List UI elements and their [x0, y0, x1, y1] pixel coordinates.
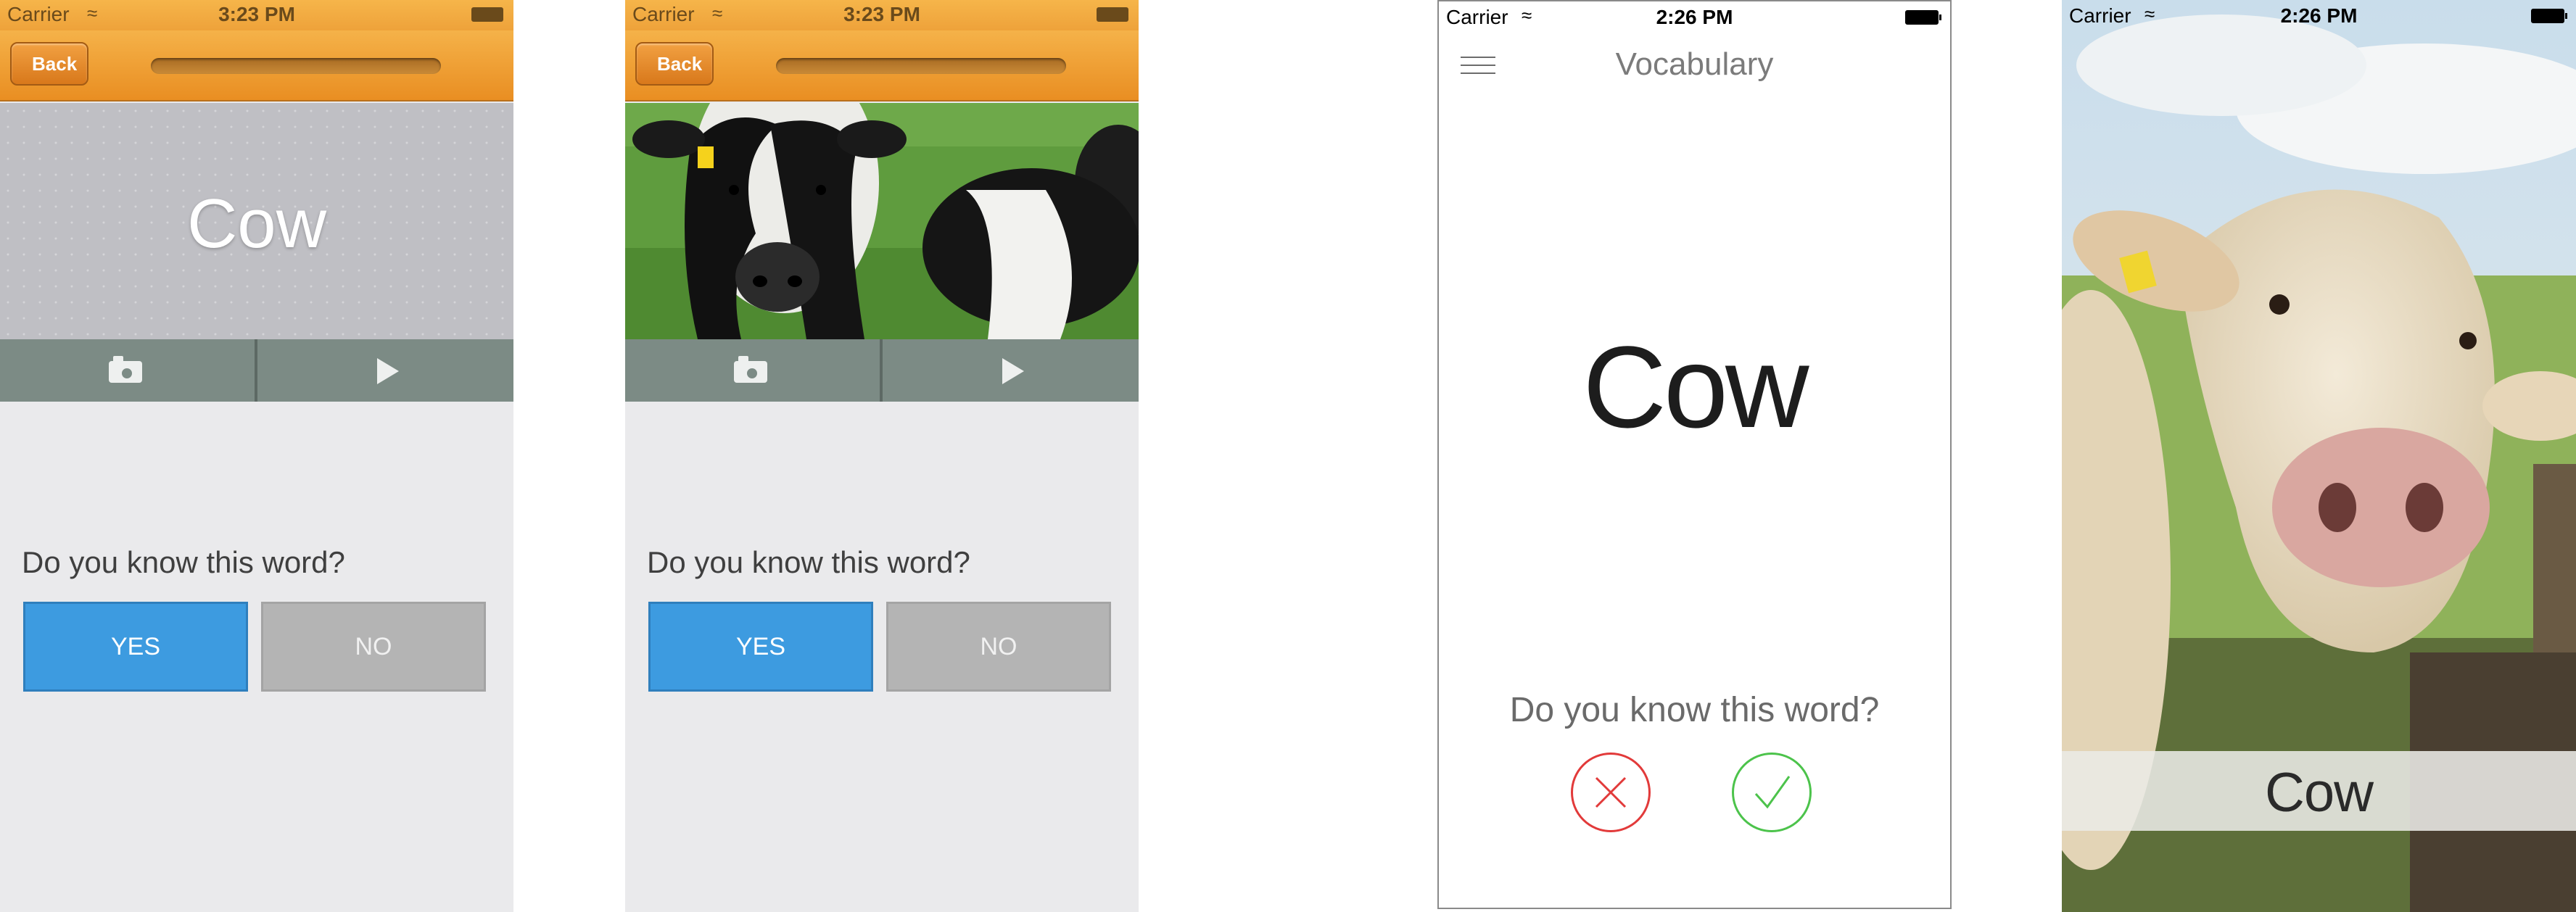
- status-bar: Carrier ≈ 2:26 PM: [1439, 1, 1950, 33]
- navigation-bar: Back: [0, 30, 513, 101]
- battery-icon: [471, 7, 503, 22]
- camera-icon: [734, 356, 767, 383]
- close-icon: [1595, 776, 1627, 808]
- status-bar: Carrier ≈ 2:26 PM: [2062, 0, 2576, 32]
- no-button[interactable]: NO: [261, 602, 486, 692]
- play-icon: [377, 358, 399, 384]
- battery-icon: [1097, 7, 1128, 22]
- camera-button[interactable]: [0, 339, 254, 402]
- screen-word-card: Carrier ≈ 3:23 PM Back Cow Do you know t…: [0, 0, 513, 912]
- no-button[interactable]: NO: [886, 602, 1111, 692]
- divider: [880, 339, 883, 402]
- word-panel: Cow: [0, 103, 513, 339]
- play-button[interactable]: [258, 339, 512, 402]
- yes-button[interactable]: YES: [23, 602, 248, 692]
- yes-button[interactable]: YES: [648, 602, 873, 692]
- question-text: Do you know this word?: [647, 545, 970, 579]
- status-bar: Carrier ≈ 3:23 PM: [625, 0, 1139, 30]
- question-text: Do you know this word?: [1509, 691, 1880, 729]
- action-bar: [0, 339, 513, 402]
- word-caption-bar: Cow: [2062, 751, 2576, 831]
- status-bar: Carrier ≈ 3:23 PM: [0, 0, 513, 30]
- back-button-label: Back: [657, 53, 703, 75]
- battery-icon: [2531, 9, 2567, 23]
- screen-vocabulary-minimal: Carrier ≈ 2:26 PM Vocabulary Cow Do you …: [1437, 0, 1952, 909]
- back-button[interactable]: Back: [635, 42, 714, 86]
- status-time: 3:23 PM: [843, 3, 920, 25]
- action-bar: [625, 339, 1139, 402]
- progress-bar: [151, 58, 441, 74]
- vocabulary-word: Cow: [186, 185, 327, 262]
- know-button[interactable]: [1732, 753, 1812, 832]
- progress-bar: [776, 58, 1066, 74]
- play-button[interactable]: [883, 339, 1137, 402]
- camera-icon: [109, 356, 142, 383]
- page-title: Vocabulary: [1615, 46, 1774, 82]
- battery-icon: [1905, 10, 1941, 25]
- back-button-label: Back: [32, 53, 78, 75]
- status-time: 2:26 PM: [1656, 6, 1733, 28]
- checkmark-icon: [1754, 776, 1791, 809]
- screen-photo-card: Carrier ≈ 3:23 PM Back Do you know this …: [625, 0, 1139, 912]
- camera-button[interactable]: [625, 339, 879, 402]
- question-text: Do you know this word?: [22, 545, 345, 579]
- vocabulary-word: Cow: [2264, 762, 2374, 824]
- dont-know-button[interactable]: [1571, 753, 1651, 832]
- back-button[interactable]: Back: [10, 42, 88, 86]
- cow-photo: [625, 103, 1139, 339]
- play-icon: [1002, 358, 1024, 384]
- status-time: 2:26 PM: [2280, 4, 2358, 27]
- screen-photo-fullscreen: Carrier ≈ 2:26 PM Cow: [2062, 0, 2576, 912]
- divider: [255, 339, 257, 402]
- navigation-bar: Back: [625, 30, 1139, 101]
- vocabulary-word: Cow: [1582, 322, 1809, 452]
- cow-photo-illustration: [625, 103, 1139, 339]
- status-time: 3:23 PM: [218, 3, 295, 25]
